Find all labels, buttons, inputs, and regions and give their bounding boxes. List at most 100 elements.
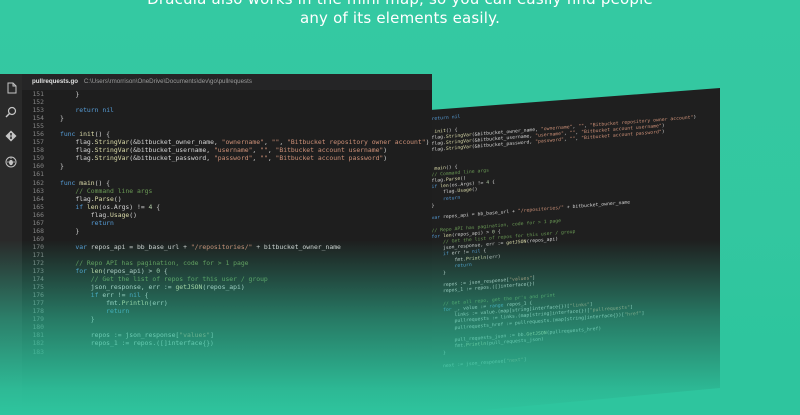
code-line[interactable]: 165 if len(os.Args) != 4 { bbox=[22, 203, 432, 211]
code-line[interactable]: 179 } bbox=[22, 315, 432, 323]
code-line[interactable]: 158 flag.StringVar(&bitbucket_username, … bbox=[22, 146, 432, 154]
code-line[interactable]: 157 flag.StringVar(&bitbucket_owner_name… bbox=[22, 138, 432, 146]
line-number: 158 bbox=[32, 146, 44, 155]
headline-line-2: any of its elements easily. bbox=[299, 9, 501, 27]
code-line[interactable]: 181 repos := json_response["values"] bbox=[22, 331, 432, 339]
code-line[interactable]: 167 return bbox=[22, 219, 432, 227]
code-line[interactable]: 174 // Get the list of repos for this us… bbox=[22, 275, 432, 283]
headline-line-1: Dracula also works in the mini map, so y… bbox=[0, 0, 800, 8]
line-text: } bbox=[60, 226, 80, 235]
code-line[interactable]: 176 if err != nil { bbox=[22, 291, 432, 299]
code-line[interactable]: 183 bbox=[22, 348, 432, 356]
code-line[interactable]: 161 bbox=[22, 170, 432, 178]
git-icon[interactable] bbox=[3, 128, 19, 144]
files-icon[interactable] bbox=[3, 80, 19, 96]
headline: Dracula also works in the mini map, so y… bbox=[0, 0, 800, 28]
line-number: 157 bbox=[32, 138, 44, 147]
code-line[interactable]: 163 // Command line args bbox=[22, 187, 432, 195]
line-text: flag.StringVar(&bitbucket_owner_name, "o… bbox=[60, 138, 430, 147]
search-icon[interactable] bbox=[3, 104, 19, 120]
line-number: 161 bbox=[32, 170, 44, 179]
code-editor-window: pullrequests.go C:\Users\rmorrison\OneDr… bbox=[0, 74, 432, 415]
line-number: 176 bbox=[32, 291, 44, 300]
line-text bbox=[44, 323, 60, 331]
line-number: 156 bbox=[32, 130, 44, 139]
perspective-editor-code: return nil func init() { flag.StringVar(… bbox=[430, 88, 720, 415]
line-text: // Command line args bbox=[75, 186, 153, 195]
code-line[interactable]: 152 bbox=[22, 98, 432, 106]
line-text: flag.StringVar(&bitbucket_password, "pas… bbox=[60, 154, 388, 163]
code-line[interactable]: 171 bbox=[22, 251, 432, 259]
line-number: 152 bbox=[32, 98, 44, 107]
code-line[interactable]: 172 // Repo API has pagination, code for… bbox=[22, 259, 432, 267]
line-text: repos := json_response["values"] bbox=[60, 331, 214, 340]
line-number: 162 bbox=[32, 178, 44, 187]
code-line[interactable]: 155 bbox=[22, 122, 432, 130]
line-number: 177 bbox=[32, 299, 44, 308]
line-text: if err != nil { bbox=[90, 291, 149, 300]
code-line[interactable]: 177 fmt.Println(err) bbox=[22, 299, 432, 307]
perspective-code-lines: return nil func init() { flag.StringVar(… bbox=[430, 90, 696, 372]
line-number: 159 bbox=[32, 154, 44, 163]
code-line[interactable]: 159 flag.StringVar(&bitbucket_password, … bbox=[22, 154, 432, 162]
line-text bbox=[44, 251, 60, 259]
line-text bbox=[44, 122, 60, 130]
code-line[interactable]: 180 bbox=[22, 323, 432, 331]
line-text: fmt.Println(err) bbox=[60, 299, 168, 308]
line-number: 166 bbox=[32, 210, 44, 219]
line-number: 175 bbox=[32, 283, 44, 292]
line-text: } bbox=[60, 114, 64, 123]
line-text: } bbox=[60, 162, 64, 171]
line-number: 178 bbox=[32, 307, 44, 316]
code-line[interactable]: 169 bbox=[22, 235, 432, 243]
code-line[interactable]: 156 func init() { bbox=[22, 130, 432, 138]
perspective-editor-window: return nil func init() { flag.StringVar(… bbox=[430, 88, 720, 415]
code-line[interactable]: 173 for len(repos_api) > 0 { bbox=[22, 267, 432, 275]
code-line[interactable]: 170 var repos_api = bb_base_url + "/repo… bbox=[22, 243, 432, 251]
line-number: 164 bbox=[32, 194, 44, 203]
code-line[interactable]: 153 return nil bbox=[22, 106, 432, 114]
line-text: func init() { bbox=[60, 130, 111, 139]
line-number: 182 bbox=[32, 339, 44, 348]
file-tab[interactable]: pullrequests.go bbox=[32, 78, 78, 85]
line-number: 181 bbox=[32, 331, 44, 340]
line-number: 180 bbox=[32, 323, 44, 332]
line-text: repos_1 := repos.([]interface{}) bbox=[60, 339, 214, 348]
line-number: 165 bbox=[32, 202, 44, 211]
line-text: if len(os.Args) != 4 { bbox=[75, 202, 161, 211]
line-text: } bbox=[60, 315, 95, 324]
code-line[interactable]: 162 func main() { bbox=[22, 179, 432, 187]
code-line[interactable]: 164 flag.Parse() bbox=[22, 195, 432, 203]
line-number: 168 bbox=[32, 226, 44, 235]
line-text bbox=[44, 235, 60, 243]
activity-bar bbox=[0, 74, 22, 415]
code-line[interactable]: 166 flag.Usage() bbox=[22, 211, 432, 219]
line-text: } bbox=[60, 90, 80, 98]
line-text: var repos_api = bb_base_url + "/reposito… bbox=[75, 242, 341, 251]
code-area[interactable]: 151 } 152 153 return nil 154} 155 156 func ini… bbox=[22, 90, 432, 356]
debug-icon[interactable] bbox=[3, 154, 19, 170]
line-number: 174 bbox=[32, 275, 44, 284]
line-number: 167 bbox=[32, 218, 44, 227]
line-number: 172 bbox=[32, 258, 44, 267]
line-number: 154 bbox=[32, 114, 44, 123]
line-number: 179 bbox=[32, 315, 44, 324]
line-text: return bbox=[106, 307, 130, 316]
line-number: 160 bbox=[32, 162, 44, 171]
line-text: json_response, err := getJSON(repos_api) bbox=[60, 283, 245, 292]
code-line[interactable]: 154} bbox=[22, 114, 432, 122]
code-line[interactable]: 178 return bbox=[22, 307, 432, 315]
line-number: 183 bbox=[32, 347, 44, 356]
code-line[interactable]: 151 } bbox=[22, 90, 432, 98]
line-number: 153 bbox=[32, 106, 44, 115]
code-line[interactable]: 168 } bbox=[22, 227, 432, 235]
line-text: flag.Usage() bbox=[60, 210, 137, 219]
file-path: C:\Users\rmorrison\OneDrive\Documents\de… bbox=[83, 78, 252, 85]
line-text bbox=[44, 98, 60, 106]
code-line[interactable]: 160} bbox=[22, 162, 432, 170]
line-number: 170 bbox=[32, 242, 44, 251]
editor-titlebar: pullrequests.go C:\Users\rmorrison\OneDr… bbox=[22, 74, 432, 90]
code-line[interactable]: 175 json_response, err := getJSON(repos_… bbox=[22, 283, 432, 291]
line-text: flag.Parse() bbox=[60, 194, 122, 203]
code-line[interactable]: 182 repos_1 := repos.([]interface{}) bbox=[22, 339, 432, 347]
